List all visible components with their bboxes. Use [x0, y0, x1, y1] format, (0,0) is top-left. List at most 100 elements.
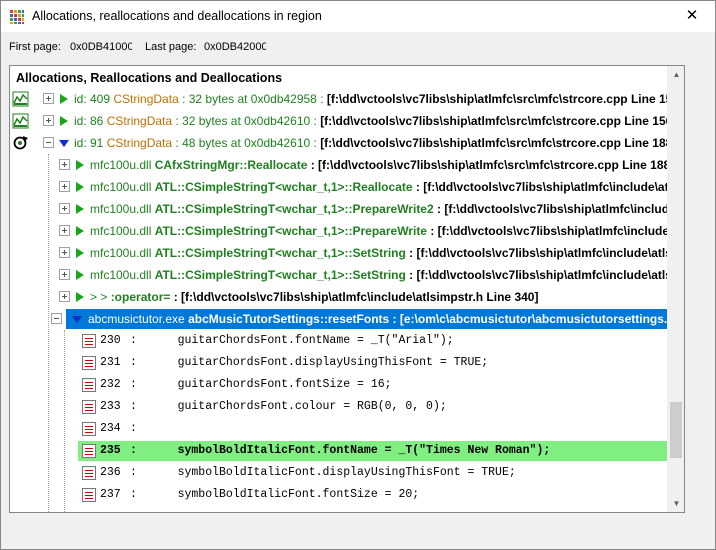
- allocation-tree[interactable]: Allocations, Reallocations and Deallocat…: [9, 65, 685, 513]
- source-line[interactable]: 236 : symbolBoldItalicFont.displayUsingT…: [10, 462, 668, 484]
- tree-row-frame[interactable]: mfc100u.dll CAfxStringMgr::Reallocate : …: [10, 154, 668, 176]
- line-separator: :: [130, 488, 137, 501]
- allocation-path: [f:\dd\vctools\vc7libs\ship\atlmfc\src\m…: [326, 92, 668, 106]
- tree-row-frame[interactable]: mfc100u.dll ATL::CSimpleStringT<wchar_t,…: [10, 264, 668, 286]
- line-number: 230: [100, 334, 121, 347]
- bar-chart-icon: [12, 113, 29, 129]
- frame-function: ATL::CSimpleStringT<wchar_t,1>::PrepareW…: [154, 202, 434, 216]
- frame-module: mfc100u.dll: [90, 202, 155, 216]
- expand-button[interactable]: [59, 291, 70, 302]
- line-number: 232: [100, 378, 121, 391]
- reallocate-icon: [13, 136, 28, 150]
- frame-function: CAfxStringMgr::Reallocate: [154, 158, 308, 172]
- allocation-detail: : 32 bytes at 0x0db42958 :: [178, 92, 327, 106]
- scroll-thumb[interactable]: [670, 402, 682, 458]
- source-line[interactable]: 233 : guitarChordsFont.colour = RGB(0, 0…: [10, 396, 668, 418]
- frame-path: : [f:\dd\vctools\vc7libs\ship\atlmfc\inc…: [409, 246, 668, 260]
- green-arrow-icon: [76, 248, 84, 258]
- frame-module: mfc100u.dll: [90, 224, 155, 238]
- source-file-icon: [82, 444, 96, 458]
- tree-row-allocation[interactable]: id: 91 CStringData : 48 bytes at 0x0db42…: [10, 132, 668, 154]
- allocation-id: id: 86: [74, 114, 104, 128]
- line-code: guitarChordsFont.fontName = _T("Arial");: [150, 334, 454, 347]
- grid-app-icon: [10, 10, 24, 24]
- source-file-icon: [82, 488, 96, 502]
- source-file-icon: [82, 400, 96, 414]
- frame-path: : [f:\dd\vctools\vc7libs\ship\atlmfc\inc…: [430, 224, 668, 238]
- source-line[interactable]: 237 : symbolBoldItalicFont.fontSize = 20…: [10, 484, 668, 506]
- expand-button[interactable]: [43, 115, 54, 126]
- tree-header: Allocations, Reallocations and Deallocat…: [16, 71, 283, 85]
- tree-row-frame[interactable]: > > :operator= : [f:\dd\vctools\vc7libs\…: [10, 286, 668, 308]
- blue-arrow-icon: [59, 140, 69, 147]
- dialog-window: Allocations, reallocations and deallocat…: [0, 0, 716, 550]
- green-arrow-icon: [76, 292, 84, 302]
- allocation-path: [f:\dd\vctools\vc7libs\ship\atlmfc\src\m…: [320, 136, 668, 150]
- green-arrow-icon: [76, 204, 84, 214]
- page-range-bar: First page: 0x0DB41000 Last page: 0x0DB4…: [1, 32, 715, 62]
- collapse-button[interactable]: [43, 137, 54, 148]
- frame-function: ATL::CSimpleStringT<wchar_t,1>::SetStrin…: [154, 268, 406, 282]
- last-page-label: Last page:: [145, 41, 197, 53]
- green-arrow-icon: [76, 226, 84, 236]
- frame-path: : [f:\dd\vctools\vc7libs\ship\atlmfc\inc…: [436, 202, 668, 216]
- expand-button[interactable]: [59, 247, 70, 258]
- source-line-current[interactable]: 235 : symbolBoldItalicFont.fontName = _T…: [10, 440, 668, 462]
- line-number: 234: [100, 422, 121, 435]
- line-number: 231: [100, 356, 121, 369]
- expand-button[interactable]: [43, 93, 54, 104]
- expand-button[interactable]: [59, 269, 70, 280]
- source-line[interactable]: 231 : guitarChordsFont.displayUsingThisF…: [10, 352, 668, 374]
- source-file-icon: [82, 334, 96, 348]
- line-code: symbolBoldItalicFont.fontName = _T("Time…: [150, 444, 551, 457]
- scroll-down-arrow-icon[interactable]: ▼: [668, 495, 684, 512]
- line-code: symbolBoldItalicFont.displayUsingThisFon…: [150, 466, 516, 479]
- expand-button[interactable]: [59, 159, 70, 170]
- line-code: guitarChordsFont.displayUsingThisFont = …: [150, 356, 489, 369]
- line-code: guitarChordsFont.colour = RGB(0, 0, 0);: [150, 400, 447, 413]
- expand-button[interactable]: [59, 181, 70, 192]
- close-button[interactable]: ✕: [669, 1, 715, 32]
- collapse-button[interactable]: [51, 313, 62, 324]
- allocation-detail: : 32 bytes at 0x0db42610 :: [172, 114, 321, 128]
- line-code: guitarChordsFont.fontSize = 16;: [150, 378, 392, 391]
- line-separator: :: [130, 334, 137, 347]
- first-page-value: 0x0DB41000: [70, 41, 132, 53]
- blue-arrow-icon: [72, 316, 82, 323]
- source-line[interactable]: 232 : guitarChordsFont.fontSize = 16;: [10, 374, 668, 396]
- allocation-type: CStringData: [113, 92, 179, 106]
- source-file-icon: [82, 422, 96, 436]
- bar-chart-icon: [12, 91, 29, 107]
- vertical-scrollbar[interactable]: ▲ ▼: [667, 66, 684, 512]
- expand-button[interactable]: [59, 225, 70, 236]
- source-line[interactable]: 230 : guitarChordsFont.fontName = _T("Ar…: [10, 330, 668, 352]
- allocation-type: CStringData: [106, 114, 173, 128]
- frame-module: mfc100u.dll: [90, 268, 155, 282]
- frame-module: abcmusictutor.exe: [88, 312, 189, 326]
- tree-row-allocation[interactable]: id: 86 CStringData : 32 bytes at 0x0db42…: [10, 110, 668, 132]
- frame-module: mfc100u.dll: [90, 158, 155, 172]
- title-bar: Allocations, reallocations and deallocat…: [1, 1, 715, 32]
- line-code: symbolBoldItalicFont.fontSize = 20;: [150, 488, 420, 501]
- frame-module: > >: [90, 290, 111, 304]
- line-separator: :: [130, 356, 137, 369]
- frame-function: :operator=: [110, 290, 171, 304]
- line-separator: :: [130, 444, 137, 457]
- line-separator: :: [130, 422, 137, 435]
- frame-path: : [e:\om\c\abcmusictutor\abcmusictutorse…: [392, 312, 668, 326]
- scroll-up-arrow-icon[interactable]: ▲: [668, 66, 684, 83]
- expand-button[interactable]: [59, 203, 70, 214]
- frame-module: mfc100u.dll: [90, 180, 155, 194]
- frame-path: : [f:\dd\vctools\vc7libs\ship\atlmfc\src…: [307, 158, 668, 172]
- tree-row-frame[interactable]: mfc100u.dll ATL::CSimpleStringT<wchar_t,…: [10, 220, 668, 242]
- allocation-type: CStringData: [106, 136, 173, 150]
- tree-row-frame-selected[interactable]: abcmusictutor.exe abcMusicTutorSettings:…: [10, 308, 668, 330]
- tree-row-frame[interactable]: mfc100u.dll ATL::CSimpleStringT<wchar_t,…: [10, 242, 668, 264]
- line-separator: :: [130, 378, 137, 391]
- source-line[interactable]: 234 :: [10, 418, 668, 440]
- tree-row-allocation[interactable]: id: 409 CStringData : 32 bytes at 0x0db4…: [10, 88, 668, 110]
- tree-row-frame[interactable]: mfc100u.dll ATL::CSimpleStringT<wchar_t,…: [10, 198, 668, 220]
- tree-row-frame[interactable]: mfc100u.dll ATL::CSimpleStringT<wchar_t,…: [10, 176, 668, 198]
- frame-path: : [f:\dd\vctools\vc7libs\ship\atlmfc\inc…: [409, 268, 668, 282]
- line-number: 237: [100, 488, 121, 501]
